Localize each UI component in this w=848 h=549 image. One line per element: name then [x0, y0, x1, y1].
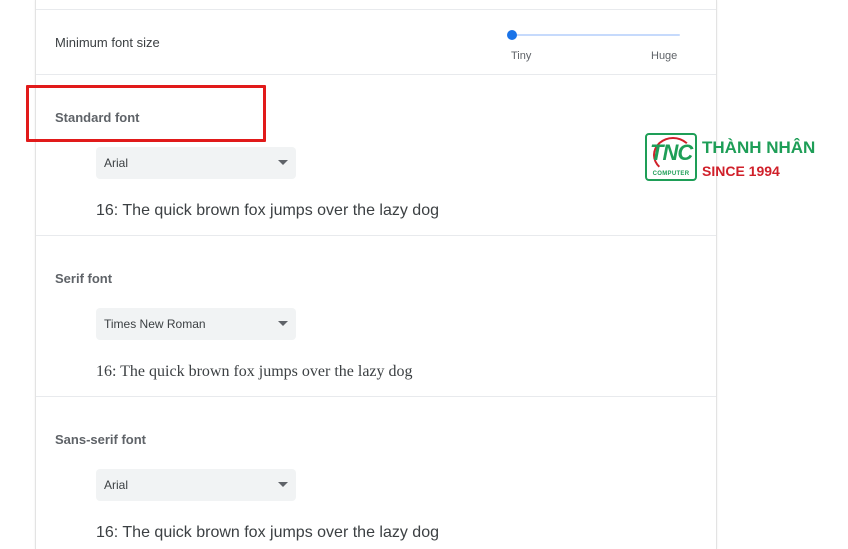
serif-font-select[interactable]: Times New Roman	[96, 308, 296, 340]
brand-logo: TNC COMPUTER THÀNH NHÂN SINCE 1994	[645, 133, 845, 185]
logo-badge: TNC COMPUTER	[645, 133, 697, 181]
minimum-font-size-slider[interactable]	[506, 28, 680, 42]
sans-serif-font-value: Arial	[104, 478, 129, 492]
divider	[36, 9, 716, 10]
serif-font-sample: 16: The quick brown fox jumps over the l…	[96, 363, 413, 380]
slider-min-label: Tiny	[511, 50, 532, 62]
serif-font-value: Times New Roman	[104, 317, 206, 331]
standard-font-sample: 16: The quick brown fox jumps over the l…	[96, 202, 439, 219]
logo-badge-text: TNC	[650, 140, 693, 165]
sans-serif-font-sample: 16: The quick brown fox jumps over the l…	[96, 524, 439, 541]
highlight-box	[26, 85, 266, 142]
font-settings-panel: Minimum font size Tiny Huge Standard fon…	[35, 0, 717, 549]
chevron-down-icon	[278, 160, 288, 165]
chevron-down-icon	[278, 482, 288, 487]
divider	[36, 74, 716, 75]
serif-font-title: Serif font	[55, 271, 113, 286]
standard-font-select[interactable]: Arial	[96, 147, 296, 179]
divider	[36, 396, 716, 397]
minimum-font-size-label: Minimum font size	[55, 35, 160, 50]
standard-font-value: Arial	[104, 156, 129, 170]
logo-name: THÀNH NHÂN	[702, 138, 816, 157]
sans-serif-font-title: Sans-serif font	[55, 432, 147, 447]
logo-badge-subtext: COMPUTER	[652, 171, 690, 177]
slider-knob[interactable]	[507, 30, 517, 40]
slider-track	[512, 34, 680, 36]
chevron-down-icon	[278, 321, 288, 326]
divider	[36, 235, 716, 236]
sans-serif-font-select[interactable]: Arial	[96, 469, 296, 501]
slider-max-label: Huge	[651, 50, 678, 62]
logo-tagline: SINCE 1994	[702, 163, 780, 179]
